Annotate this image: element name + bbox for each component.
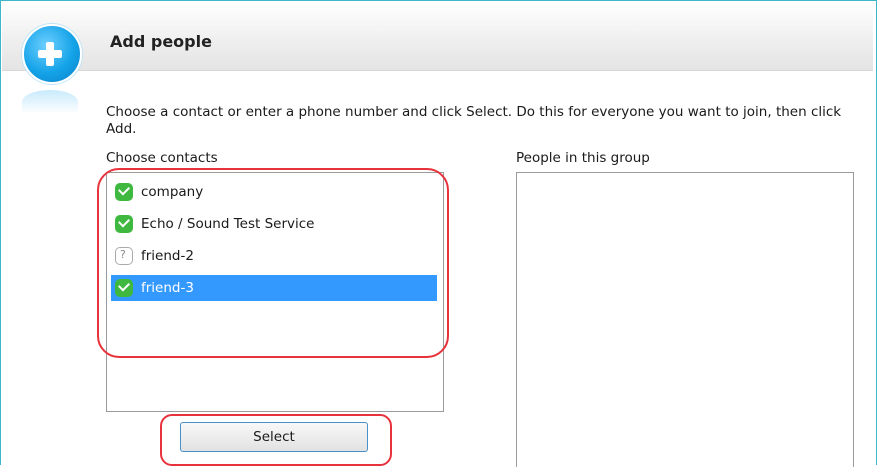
dialog-header: Add people (2, 2, 873, 71)
group-members-list[interactable] (516, 172, 854, 467)
icon-reflection (22, 90, 78, 114)
contacts-highlight-annotation (97, 168, 449, 358)
choose-contacts-label: Choose contacts (106, 150, 218, 166)
dialog-title: Add people (110, 32, 212, 51)
select-highlight-annotation (160, 414, 392, 466)
instructions-text: Choose a contact or enter a phone number… (106, 104, 842, 137)
add-people-icon (22, 24, 82, 84)
people-in-group-label: People in this group (516, 150, 650, 166)
